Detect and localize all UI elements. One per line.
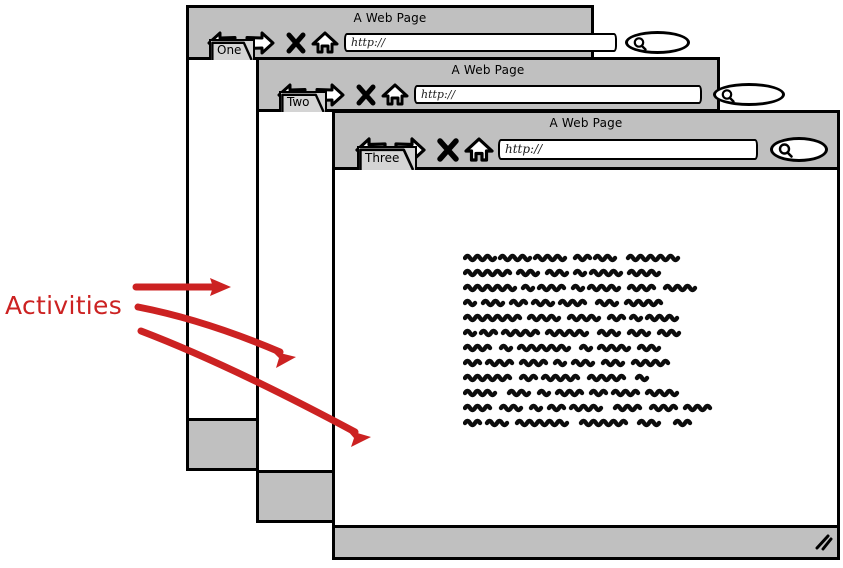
window-title-one: A Web Page [353,11,427,25]
browser-tab-three[interactable]: Three [357,146,417,170]
url-input-three[interactable]: http:// [498,139,758,160]
window-title-three: A Web Page [549,116,623,130]
page-content-three [335,170,837,525]
tab-label-three: Three [365,151,400,165]
stop-x-icon[interactable] [354,82,378,112]
magnifier-icon [632,36,648,56]
search-input-two[interactable] [713,83,785,106]
titlebar-three: A Web Page http:// Three [335,113,837,170]
resize-grip-icon[interactable] [813,533,833,555]
url-input-two[interactable]: http:// [414,85,702,104]
page-body-text [462,253,723,462]
search-input-one[interactable] [625,31,690,54]
home-icon[interactable] [380,82,410,112]
url-value-one: http:// [351,36,386,49]
titlebar-one: A Web Page http:// One [189,8,690,60]
activities-label: Activities [5,291,123,320]
browser-window-three[interactable]: A Web Page http:// Three [332,110,840,560]
toolbar-two: http:// [259,80,785,112]
url-value-three: http:// [505,142,543,156]
stop-x-icon[interactable] [435,136,461,168]
url-value-two: http:// [421,88,456,101]
browser-tab-one[interactable]: One [209,39,255,60]
magnifier-icon [777,142,794,163]
stop-x-icon[interactable] [284,30,308,60]
statusbar-three [335,525,837,557]
tab-label-two: Two [287,95,310,109]
magnifier-icon [720,88,736,108]
home-icon[interactable] [463,136,495,168]
search-input-three[interactable] [770,137,828,162]
url-input-one[interactable]: http:// [344,33,617,52]
greeked-text-lines [462,253,713,428]
tab-label-one: One [217,43,242,57]
browser-tab-two[interactable]: Two [279,91,327,112]
window-title-two: A Web Page [451,63,525,77]
wireframe-canvas: A Web Page http:// One A Web Page http:/… [0,0,843,564]
home-icon[interactable] [310,30,340,60]
titlebar-two: A Web Page http:// Two [259,60,785,112]
